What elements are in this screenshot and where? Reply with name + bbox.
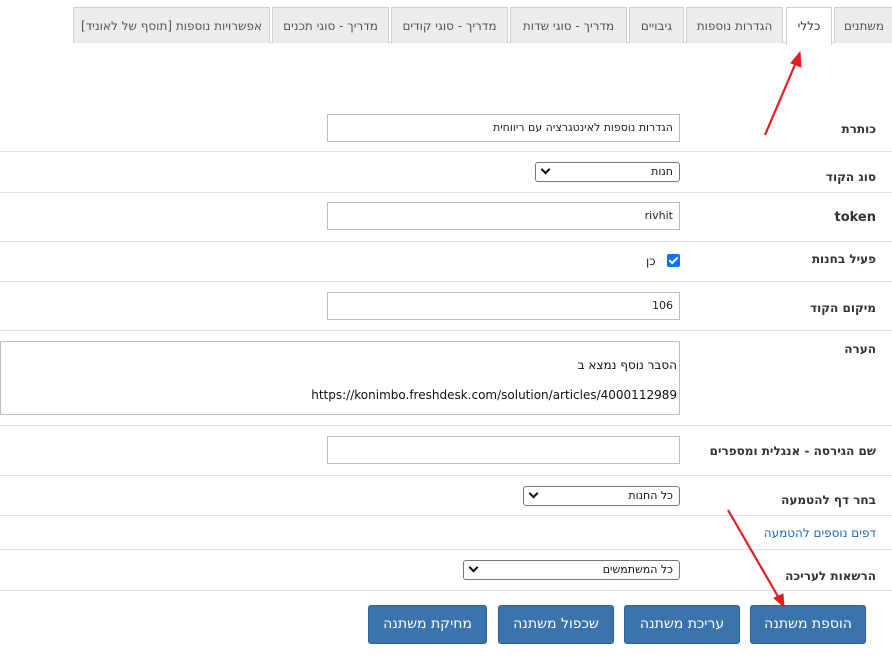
active-in-store-label: פעיל בחנות [811, 252, 876, 266]
row-more-pages: דפים נוספים להטמעה [0, 516, 892, 550]
note-line-2: https://konimbo.freshdesk.com/solution/a… [311, 388, 677, 402]
code-type-select[interactable]: חנות [535, 162, 680, 182]
row-token: token rivhit [0, 193, 892, 242]
tab-guide-field-types[interactable]: מדריך - סוגי שדות [510, 7, 627, 43]
edit-permissions-value: כל המשתמשים [602, 563, 673, 576]
code-location-label: מיקום הקוד [810, 301, 876, 315]
chevron-down-icon [528, 488, 539, 499]
delete-variable-button[interactable]: מחיקת משתנה [368, 605, 487, 644]
tab-backups[interactable]: גיבויים [629, 7, 684, 43]
embed-page-value: כל החנות [628, 489, 673, 502]
tab-bar: משתנים כללי הגדרות נוספות גיבויים מדריך … [73, 7, 892, 45]
code-location-input[interactable]: 106 [327, 292, 680, 320]
version-name-label: שם הגירסה - אנגלית ומספרים [709, 444, 876, 458]
row-version-name: שם הגירסה - אנגלית ומספרים [0, 426, 892, 476]
add-variable-button[interactable]: הוספת משתנה [750, 605, 866, 644]
edit-permissions-select[interactable]: כל המשתמשים [463, 560, 680, 580]
title-input[interactable]: הגדרות נוספות לאינטגרציה עם ריווחית [327, 114, 680, 142]
edit-variable-button[interactable]: עריכת משתנה [624, 605, 740, 644]
row-code-type: סוג הקוד חנות [0, 152, 892, 193]
token-label: token [834, 210, 876, 225]
embed-page-select[interactable]: כל החנות [523, 486, 680, 506]
tab-additional-settings[interactable]: הגדרות נוספות [686, 7, 783, 43]
duplicate-variable-button[interactable]: שכפול משתנה [498, 605, 614, 644]
note-textarea[interactable]: הסבר נוסף נמצא ב https://konimbo.freshde… [0, 341, 680, 415]
row-active-in-store: פעיל בחנות כן [0, 242, 892, 282]
chevron-down-icon [540, 164, 551, 175]
row-title: כותרת הגדרות נוספות לאינטגרציה עם ריווחי… [0, 104, 892, 152]
title-label: כותרת [841, 122, 876, 136]
arrowhead-icon [790, 50, 802, 68]
edit-permissions-label: הרשאות לעריכה [785, 569, 876, 583]
token-input[interactable]: rivhit [327, 202, 680, 230]
row-embed-page: בחר דף להטמעה כל החנות [0, 476, 892, 516]
active-in-store-option-label: כן [646, 254, 656, 268]
tab-guide-content-types[interactable]: מדריך - סוגי תכנים [272, 7, 389, 43]
note-line-1: הסבר נוסף נמצא ב [577, 358, 677, 372]
row-code-location: מיקום הקוד 106 [0, 282, 892, 331]
tab-more-options[interactable]: אפשרויות נוספות [תוסף של לאוניד] [73, 7, 270, 43]
code-type-label: סוג הקוד [825, 170, 876, 184]
tab-variables[interactable]: משתנים [834, 7, 892, 43]
row-edit-permissions: הרשאות לעריכה כל המשתמשים [0, 550, 892, 591]
row-note: הערה הסבר נוסף נמצא ב https://konimbo.fr… [0, 331, 892, 426]
tab-guide-code-types[interactable]: מדריך - סוגי קודים [391, 7, 508, 43]
embed-page-label: בחר דף להטמעה [781, 493, 876, 507]
chevron-down-icon [468, 562, 479, 573]
version-name-input[interactable] [327, 436, 680, 464]
code-type-value: חנות [651, 165, 673, 178]
note-label: הערה [844, 342, 876, 356]
more-pages-link[interactable]: דפים נוספים להטמעה [764, 526, 876, 540]
tab-general[interactable]: כללי [786, 7, 832, 45]
active-in-store-checkbox[interactable] [667, 254, 680, 267]
